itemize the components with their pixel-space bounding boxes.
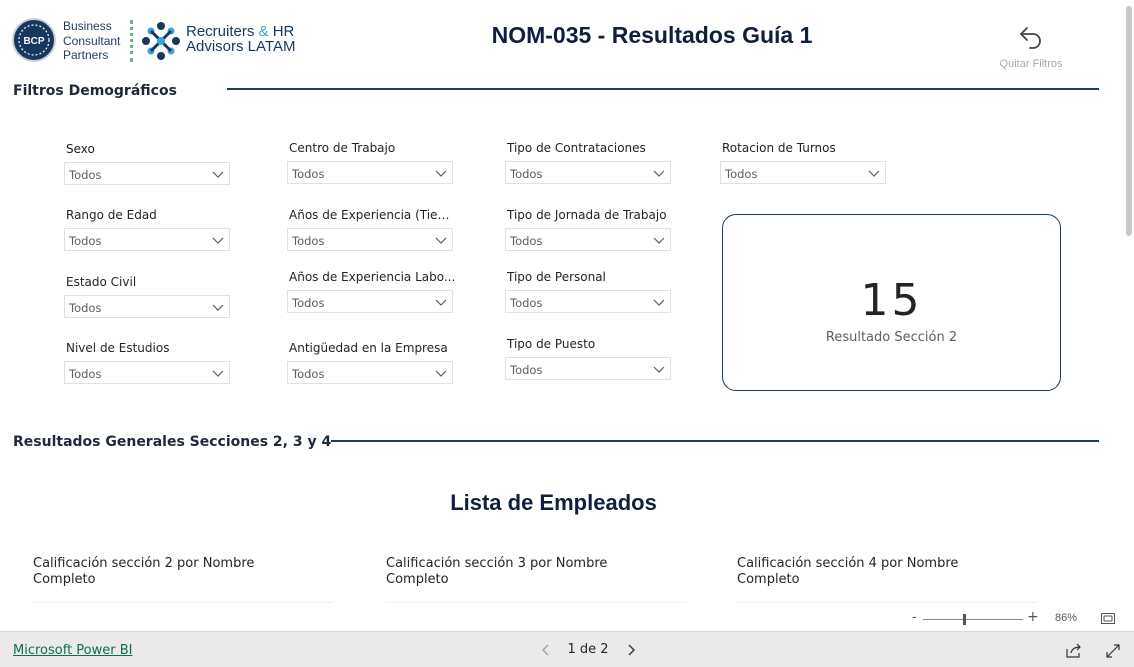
- chevron-down-icon: [653, 170, 665, 177]
- filter-label-sexo: Sexo: [66, 142, 95, 156]
- filter-select-anos-experiencia-laboral[interactable]: Todos: [287, 290, 453, 313]
- filter-select-centro-trabajo[interactable]: Todos: [287, 161, 453, 184]
- filter-value: Todos: [725, 167, 758, 181]
- filter-value: Todos: [292, 367, 325, 381]
- scrollbar-thumb[interactable]: [1126, 6, 1132, 236]
- chevron-down-icon: [653, 366, 665, 373]
- filter-select-tipo-personal[interactable]: Todos: [505, 290, 671, 313]
- general-results-divider: [331, 440, 1099, 442]
- chart-title-line: Calificación sección 4 por Nombre: [737, 556, 959, 571]
- chart-title-seccion-4: Calificación sección 4 por Nombre Comple…: [737, 556, 997, 588]
- bcp-line-2: Consultant: [63, 33, 121, 48]
- chart-title-seccion-2: Calificación sección 2 por Nombre Comple…: [33, 556, 293, 588]
- chart-title-seccion-3: Calificación sección 3 por Nombre Comple…: [386, 556, 646, 588]
- fullscreen-icon[interactable]: [1105, 643, 1121, 659]
- filter-label-nivel-estudios: Nivel de Estudios: [66, 341, 170, 355]
- chevron-down-icon: [435, 170, 447, 177]
- filter-value: Todos: [292, 296, 325, 310]
- zoom-slider-track[interactable]: [923, 619, 1023, 620]
- filter-select-rango-edad[interactable]: Todos: [64, 228, 230, 251]
- demographics-divider: [227, 88, 1099, 90]
- zoom-in-button[interactable]: +: [1027, 609, 1039, 625]
- filter-label-centro-trabajo: Centro de Trabajo: [289, 141, 396, 155]
- kpi-label: Resultado Sección 2: [825, 330, 958, 345]
- bcp-line-1: Business: [63, 19, 112, 33]
- zoom-percent: 86%: [1055, 612, 1078, 624]
- bcp-logo: BCP: [12, 18, 56, 62]
- filter-label-tipo-jornada: Tipo de Jornada de Trabajo: [507, 208, 667, 222]
- zoom-slider-thumb[interactable]: [963, 614, 966, 625]
- filter-select-estado-civil[interactable]: Todos: [64, 295, 230, 318]
- filter-label-antiguedad: Antigüedad en la Empresa: [289, 341, 448, 355]
- logo-divider: [130, 20, 133, 62]
- undo-arrow-icon: [1020, 27, 1041, 49]
- chevron-down-icon: [653, 299, 665, 306]
- employee-list-title: Lista de Empleados: [450, 490, 657, 515]
- recruiters-logo-text: Recruiters & HR Advisors LATAM: [186, 24, 295, 54]
- powerbi-link[interactable]: Microsoft Power BI: [13, 643, 132, 658]
- filter-select-tipo-puesto[interactable]: Todos: [505, 357, 671, 380]
- filter-label-tipo-contrataciones: Tipo de Contrataciones: [507, 141, 646, 155]
- filter-label-tipo-puesto: Tipo de Puesto: [507, 337, 596, 351]
- filter-label-rotacion-turnos: Rotacion de Turnos: [722, 141, 836, 155]
- kpi-value: 15: [860, 275, 923, 326]
- bcp-line-3: Partners: [63, 48, 109, 62]
- filter-select-tipo-jornada[interactable]: Todos: [505, 228, 671, 251]
- chart-title-line: Completo: [386, 572, 449, 587]
- filter-value: Todos: [69, 301, 102, 315]
- filter-label-estado-civil: Estado Civil: [66, 275, 137, 289]
- filter-value: Todos: [69, 168, 102, 182]
- filter-select-antiguedad[interactable]: Todos: [287, 361, 453, 384]
- filter-select-sexo[interactable]: Todos: [64, 162, 230, 185]
- chevron-down-icon: [212, 171, 224, 178]
- filter-select-nivel-estudios[interactable]: Todos: [64, 361, 230, 384]
- chart-title-line: Completo: [33, 572, 96, 587]
- bcp-logo-text: Business Consultant Partners: [63, 19, 120, 63]
- recruiters-line-2: Advisors LATAM: [186, 38, 296, 55]
- chart-title-line: Calificación sección 3 por Nombre: [386, 556, 608, 571]
- chevron-left-icon[interactable]: [540, 643, 552, 657]
- demographics-section-title: Filtros Demográficos: [13, 83, 177, 99]
- bcp-initials: BCP: [23, 36, 44, 47]
- chevron-down-icon: [435, 370, 447, 377]
- kpi-card-seccion-2: 15 Resultado Sección 2: [722, 214, 1061, 391]
- chevron-down-icon: [868, 170, 880, 177]
- filter-value: Todos: [510, 363, 543, 377]
- clear-filters-label: Quitar Filtros: [999, 58, 1063, 70]
- filter-value: Todos: [510, 296, 543, 310]
- recruiters-logo-icon: [142, 22, 180, 60]
- page-indicator: 1 de 2: [567, 642, 609, 657]
- chevron-down-icon: [435, 237, 447, 244]
- chevron-down-icon: [212, 370, 224, 377]
- chevron-down-icon: [435, 299, 447, 306]
- chart-title-line: Calificación sección 2 por Nombre: [33, 556, 255, 571]
- page-title: NOM-035 - Resultados Guía 1: [491, 22, 813, 48]
- chevron-down-icon: [212, 304, 224, 311]
- filter-value: Todos: [69, 234, 102, 248]
- zoom-out-button[interactable]: -: [912, 610, 917, 625]
- filter-label-anos-experiencia-tiempo: Años de Experiencia (Tiem...: [289, 208, 457, 222]
- general-results-section-title: Resultados Generales Secciones 2, 3 y 4: [13, 434, 332, 450]
- chevron-down-icon: [653, 237, 665, 244]
- chart-title-line: Completo: [737, 572, 800, 587]
- report-canvas: BCP Business Consultant Partners Recruit…: [0, 0, 1120, 603]
- filter-value: Todos: [510, 167, 543, 181]
- filter-select-anos-experiencia-tiempo[interactable]: Todos: [287, 228, 453, 251]
- filter-select-rotacion-turnos[interactable]: Todos: [720, 161, 886, 184]
- filter-label-tipo-personal: Tipo de Personal: [507, 270, 606, 284]
- fit-to-page-icon[interactable]: [1101, 613, 1115, 624]
- filter-value: Todos: [69, 367, 102, 381]
- filter-value: Todos: [292, 234, 325, 248]
- filter-select-tipo-contrataciones[interactable]: Todos: [505, 161, 671, 184]
- chevron-down-icon: [212, 237, 224, 244]
- filter-value: Todos: [292, 167, 325, 181]
- chevron-right-icon[interactable]: [625, 643, 637, 657]
- filter-label-rango-edad: Rango de Edad: [66, 208, 157, 222]
- filter-label-anos-experiencia-laboral: Años de Experiencia Labo...: [289, 270, 456, 284]
- share-icon[interactable]: [1066, 643, 1082, 658]
- filter-value: Todos: [510, 234, 543, 248]
- clear-filters-button[interactable]: Quitar Filtros: [992, 24, 1070, 70]
